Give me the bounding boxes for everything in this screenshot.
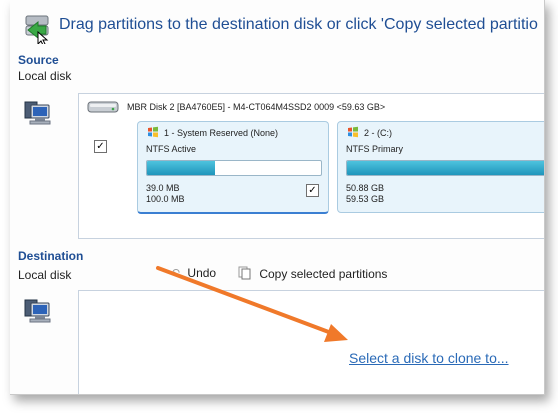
select-disk-link[interactable]: Select a disk to clone to... — [349, 350, 509, 366]
clone-disk-window: Drag partitions to the destination disk … — [10, 0, 545, 395]
source-title: Source — [18, 53, 59, 67]
partition-title: 1 - System Reserved (None) — [164, 128, 279, 138]
partition-1-card[interactable]: 1 - System Reserved (None) NTFS Active 3… — [137, 121, 329, 214]
destination-title: Destination — [18, 249, 84, 263]
usage-bar-fill — [147, 161, 215, 175]
windows-icon — [348, 126, 358, 138]
partition-used: 50.88 GB — [346, 183, 385, 193]
partition-total: 59.53 GB — [346, 194, 385, 204]
partition-usage-bar — [146, 160, 322, 176]
partition-checkbox[interactable]: ✓ — [306, 184, 319, 197]
windows-icon — [148, 126, 158, 138]
disk-select-checkbox[interactable]: ✓ — [94, 140, 107, 153]
source-subtitle: Local disk — [18, 69, 72, 83]
hard-disk-icon — [87, 101, 119, 113]
undo-button[interactable]: ↶ Undo — [170, 266, 216, 280]
copy-icon — [238, 266, 251, 280]
partition-filesystem: NTFS Primary — [346, 144, 403, 154]
computer-icon — [24, 299, 51, 323]
destination-subtitle: Local disk — [18, 268, 72, 282]
partition-used: 39.0 MB — [146, 183, 180, 193]
partition-2-card[interactable]: 2 - (C:) NTFS Primary 50.88 GB 59.53 GB — [337, 121, 544, 213]
partition-total: 100.0 MB — [146, 194, 185, 204]
undo-icon: ↶ — [170, 266, 181, 280]
usage-bar-fill — [347, 161, 544, 175]
copy-label: Copy selected partitions — [259, 267, 388, 281]
undo-label: Undo — [187, 266, 217, 280]
partition-filesystem: NTFS Active — [146, 144, 197, 154]
computer-icon — [24, 101, 51, 125]
disk-label: MBR Disk 2 [BA4760E5] - M4-CT064M4SSD2 0… — [127, 102, 386, 112]
page-title: Drag partitions to the destination disk … — [59, 16, 538, 33]
destination-disk-panel[interactable] — [78, 290, 544, 394]
copy-partitions-button[interactable]: Copy selected partitions — [238, 266, 387, 281]
partition-title: 2 - (C:) — [364, 128, 392, 138]
partition-usage-bar — [346, 160, 544, 176]
clone-disk-icon — [25, 15, 49, 44]
